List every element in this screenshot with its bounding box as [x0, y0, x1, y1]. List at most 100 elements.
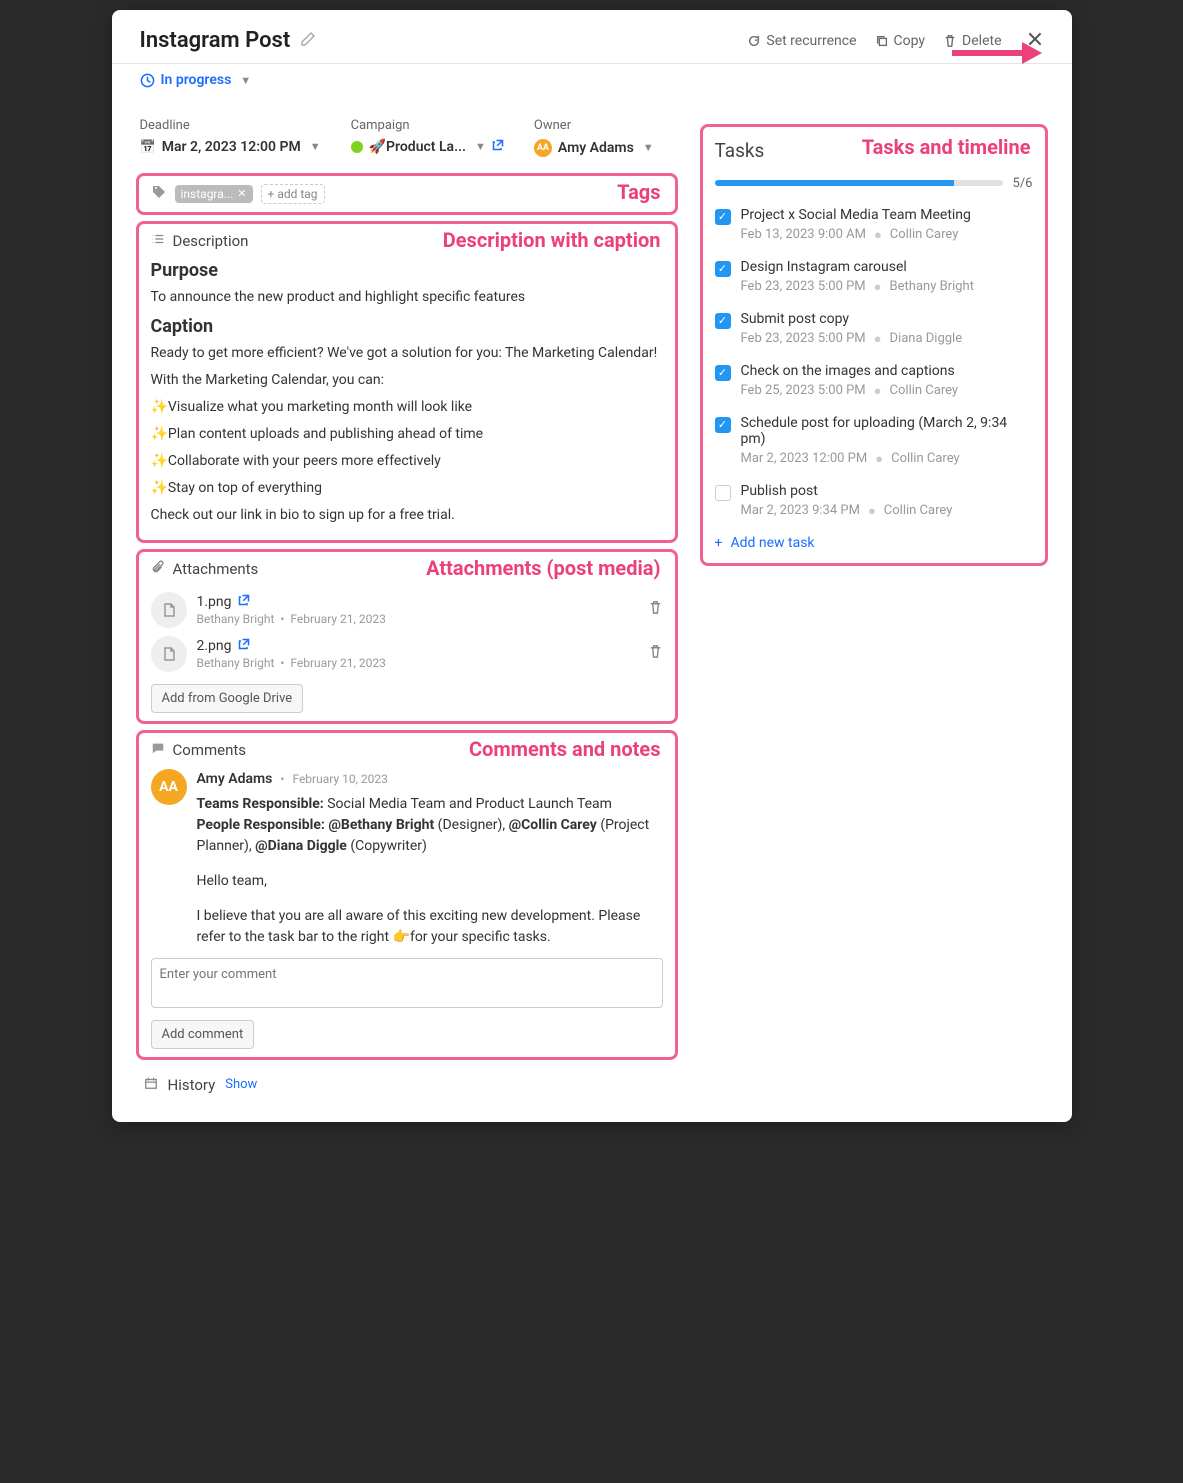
delete-button[interactable]: Delete [943, 33, 1001, 49]
edit-icon[interactable] [300, 31, 316, 51]
history-show-link[interactable]: Show [225, 1077, 257, 1092]
chevron-down-icon: ▼ [475, 140, 486, 153]
task-meta: Feb 23, 2023 5:00 PM●Bethany Bright [741, 279, 1033, 295]
list-icon [151, 232, 165, 250]
attachment-meta: Bethany Bright • February 21, 2023 [197, 612, 638, 626]
owner-label: Owner [534, 118, 654, 133]
annotation-tasks: Tasks and timeline [862, 135, 1031, 159]
progress-bar [715, 180, 1003, 186]
comments-heading: Comments [173, 741, 247, 759]
comment-icon [151, 741, 165, 759]
annotation-comments: Comments and notes [469, 737, 661, 761]
campaign-label: Campaign [351, 118, 504, 133]
annotation-tags: Tags [617, 180, 660, 204]
add-task-button[interactable]: + Add new task [715, 535, 1033, 551]
task-meta: Feb 13, 2023 9:00 AM●Collin Carey [741, 227, 1033, 243]
close-icon[interactable] [1026, 29, 1044, 53]
copy-button[interactable]: Copy [875, 33, 926, 49]
trash-icon[interactable] [648, 644, 663, 663]
avatar: AA [534, 139, 552, 157]
add-tag-button[interactable]: + add tag [261, 184, 325, 204]
attachment-meta: Bethany Bright • February 21, 2023 [197, 656, 638, 670]
task-title[interactable]: Submit post copy [741, 311, 1033, 327]
plus-icon: + [268, 187, 275, 201]
task-item: Publish post Mar 2, 2023 9:34 PM●Collin C… [715, 483, 1033, 519]
file-icon [151, 636, 187, 672]
status-row: In progress ▼ [112, 64, 1072, 106]
set-recurrence-button[interactable]: Set recurrence [747, 33, 856, 49]
task-meta: Mar 2, 2023 9:34 PM●Collin Carey [741, 503, 1033, 519]
delete-label: Delete [962, 33, 1001, 49]
campaign-value[interactable]: 🚀Product La... ▼ [351, 139, 504, 155]
plus-icon: + [715, 535, 723, 551]
task-checkbox[interactable]: ✓ [715, 365, 731, 381]
task-item: ✓ Design Instagram carousel Feb 23, 2023 5… [715, 259, 1033, 295]
tasks-section: Tasks and timeline Tasks 5/6 ✓ Project x … [700, 124, 1048, 566]
comment-item: AA Amy Adams • February 10, 2023 Teams R… [151, 769, 663, 948]
status-label: In progress [161, 72, 232, 88]
tags-section: Tags instagra... ✕ + add tag [136, 173, 678, 215]
modal: Instagram Post Set recurrence Copy Delet… [112, 10, 1072, 1122]
progress-fill [715, 180, 954, 186]
task-checkbox[interactable]: ✓ [715, 261, 731, 277]
chevron-down-icon: ▼ [643, 141, 654, 154]
task-item: ✓ Submit post copy Feb 23, 2023 5:00 PM●Di… [715, 311, 1033, 347]
add-google-drive-button[interactable]: Add from Google Drive [151, 684, 304, 713]
attachment-name[interactable]: 2.png [197, 638, 232, 654]
task-meta: Feb 23, 2023 5:00 PM●Diana Diggle [741, 331, 1033, 347]
tag-icon [151, 184, 167, 204]
task-meta: Feb 25, 2023 5:00 PM●Collin Carey [741, 383, 1033, 399]
description-body[interactable]: Purpose To announce the new product and … [151, 260, 663, 526]
deadline-label: Deadline [140, 118, 321, 133]
chevron-down-icon: ▼ [240, 74, 251, 87]
calendar-icon [140, 139, 156, 155]
task-title[interactable]: Publish post [741, 483, 1033, 499]
progress-row: 5/6 [715, 176, 1033, 191]
meta-row: Deadline Mar 2, 2023 12:00 PM ▼ Campaign… [130, 118, 684, 167]
page-title: Instagram Post [140, 28, 291, 53]
external-link-icon[interactable] [238, 594, 250, 609]
task-item: ✓ Project x Social Media Team Meeting Feb … [715, 207, 1033, 243]
description-heading: Description [173, 232, 249, 250]
paperclip-icon [151, 560, 165, 578]
modal-header: Instagram Post Set recurrence Copy Delet… [112, 10, 1072, 64]
add-comment-button[interactable]: Add comment [151, 1020, 255, 1049]
task-checkbox[interactable]: ✓ [715, 417, 731, 433]
attachment-name[interactable]: 1.png [197, 594, 232, 610]
annotation-description: Description with caption [443, 228, 661, 252]
attachments-section: Attachments (post media) Attachments 1.p… [136, 549, 678, 724]
annotation-attachments: Attachments (post media) [426, 556, 660, 580]
external-link-icon[interactable] [492, 139, 504, 154]
tasks-title: Tasks [715, 139, 765, 162]
task-checkbox[interactable]: ✓ [715, 209, 731, 225]
trash-icon[interactable] [648, 600, 663, 619]
remove-tag-icon[interactable]: ✕ [237, 187, 246, 200]
set-recurrence-label: Set recurrence [766, 33, 856, 49]
tag-chip[interactable]: instagra... ✕ [175, 185, 253, 203]
task-title[interactable]: Project x Social Media Team Meeting [741, 207, 1033, 223]
task-item: ✓ Schedule post for uploading (March 2, 9… [715, 415, 1033, 467]
owner-value[interactable]: AA Amy Adams ▼ [534, 139, 654, 157]
avatar: AA [151, 769, 187, 805]
comment-date: February 10, 2023 [292, 770, 387, 788]
task-item: ✓ Check on the images and captions Feb 25,… [715, 363, 1033, 399]
task-title[interactable]: Check on the images and captions [741, 363, 1033, 379]
external-link-icon[interactable] [238, 638, 250, 653]
attachment-item: 1.png Bethany Bright • February 21, 2023 [151, 588, 663, 632]
history-section: History Show [130, 1066, 684, 1104]
description-section: Description with caption Description Pur… [136, 221, 678, 543]
task-checkbox[interactable] [715, 485, 731, 501]
campaign-color-dot [351, 141, 363, 153]
task-title[interactable]: Design Instagram carousel [741, 259, 1033, 275]
comments-section: Comments and notes Comments AA Amy Adams… [136, 730, 678, 1060]
history-label: History [168, 1076, 216, 1094]
copy-label: Copy [894, 33, 926, 49]
task-checkbox[interactable]: ✓ [715, 313, 731, 329]
comment-input[interactable] [151, 958, 663, 1008]
task-title[interactable]: Schedule post for uploading (March 2, 9:… [741, 415, 1033, 447]
task-meta: Mar 2, 2023 12:00 PM●Collin Carey [741, 451, 1033, 467]
status-dropdown[interactable]: In progress ▼ [140, 72, 252, 88]
deadline-value[interactable]: Mar 2, 2023 12:00 PM ▼ [140, 139, 321, 155]
history-icon [144, 1076, 158, 1094]
comment-author: Amy Adams [197, 769, 273, 790]
